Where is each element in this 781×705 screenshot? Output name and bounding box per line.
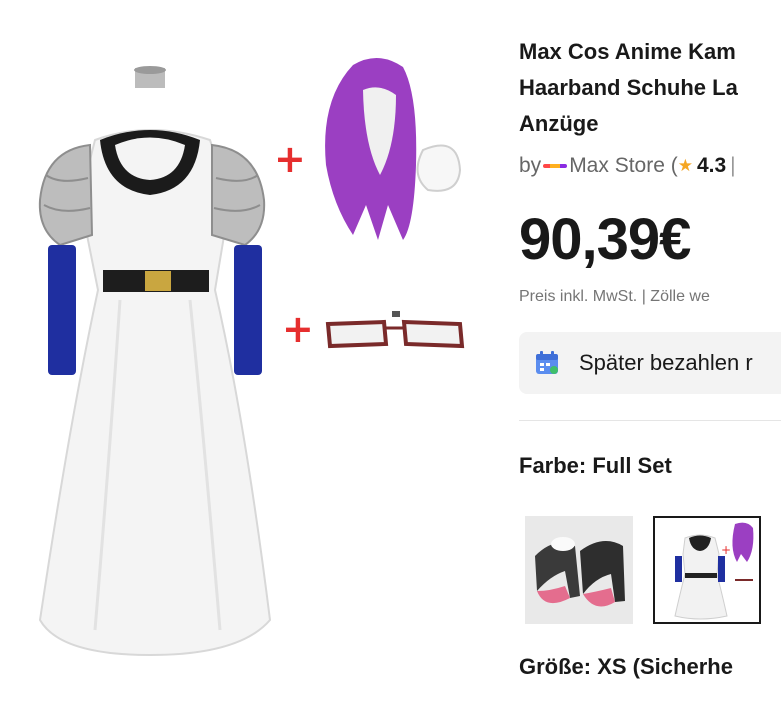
tax-note: Preis inkl. MwSt. | Zölle we	[519, 288, 710, 305]
pay-later-banner[interactable]: Später bezahlen r	[519, 332, 781, 394]
full-set-thumbnail: +	[655, 518, 759, 622]
color-swatch-shoes[interactable]	[525, 516, 633, 624]
plus-icon: +	[274, 137, 306, 181]
product-price: 90,39€	[519, 207, 691, 272]
store-rating: 4.3	[696, 154, 727, 177]
product-title-line: Max Cos Anime Kam	[519, 39, 736, 64]
size-label: Größe: XS (Sicherhe	[519, 654, 733, 679]
divider	[519, 420, 781, 421]
store-line: by Max Store ( ★ 4.3 |	[519, 154, 736, 178]
product-main-image[interactable]: + +	[0, 0, 500, 700]
color-swatch-full-set[interactable]: +	[653, 516, 761, 624]
svg-text:+: +	[721, 543, 731, 557]
rating-separator: |	[730, 154, 736, 177]
color-label: Farbe: Full Set	[519, 453, 672, 478]
shoes-thumbnail	[525, 516, 633, 624]
left-arm-cover	[48, 245, 76, 375]
plus-icon: +	[282, 307, 314, 351]
calendar-icon	[536, 351, 558, 374]
store-prefix: by	[519, 154, 542, 177]
store-name-link[interactable]: Max Store	[569, 154, 665, 178]
white-scrunchie	[416, 144, 462, 192]
left-sleeve	[38, 143, 94, 247]
product-title-line: Haarband Schuhe La	[519, 75, 738, 100]
right-arm-cover	[234, 245, 262, 375]
product-title-line: Anzüge	[519, 111, 599, 136]
product-info-panel: Max Cos Anime Kam Haarband Schuhe La Anz…	[519, 0, 781, 700]
pay-later-text: Später bezahlen r	[579, 350, 753, 375]
right-sleeve	[211, 143, 266, 247]
store-logo-icon	[543, 164, 568, 168]
star-icon: ★	[677, 156, 693, 175]
store-open-paren: (	[664, 154, 678, 177]
wig-accessory	[325, 57, 462, 240]
product-title: Max Cos Anime Kam Haarband Schuhe La Anz…	[519, 34, 781, 142]
glasses-accessory	[325, 311, 465, 349]
